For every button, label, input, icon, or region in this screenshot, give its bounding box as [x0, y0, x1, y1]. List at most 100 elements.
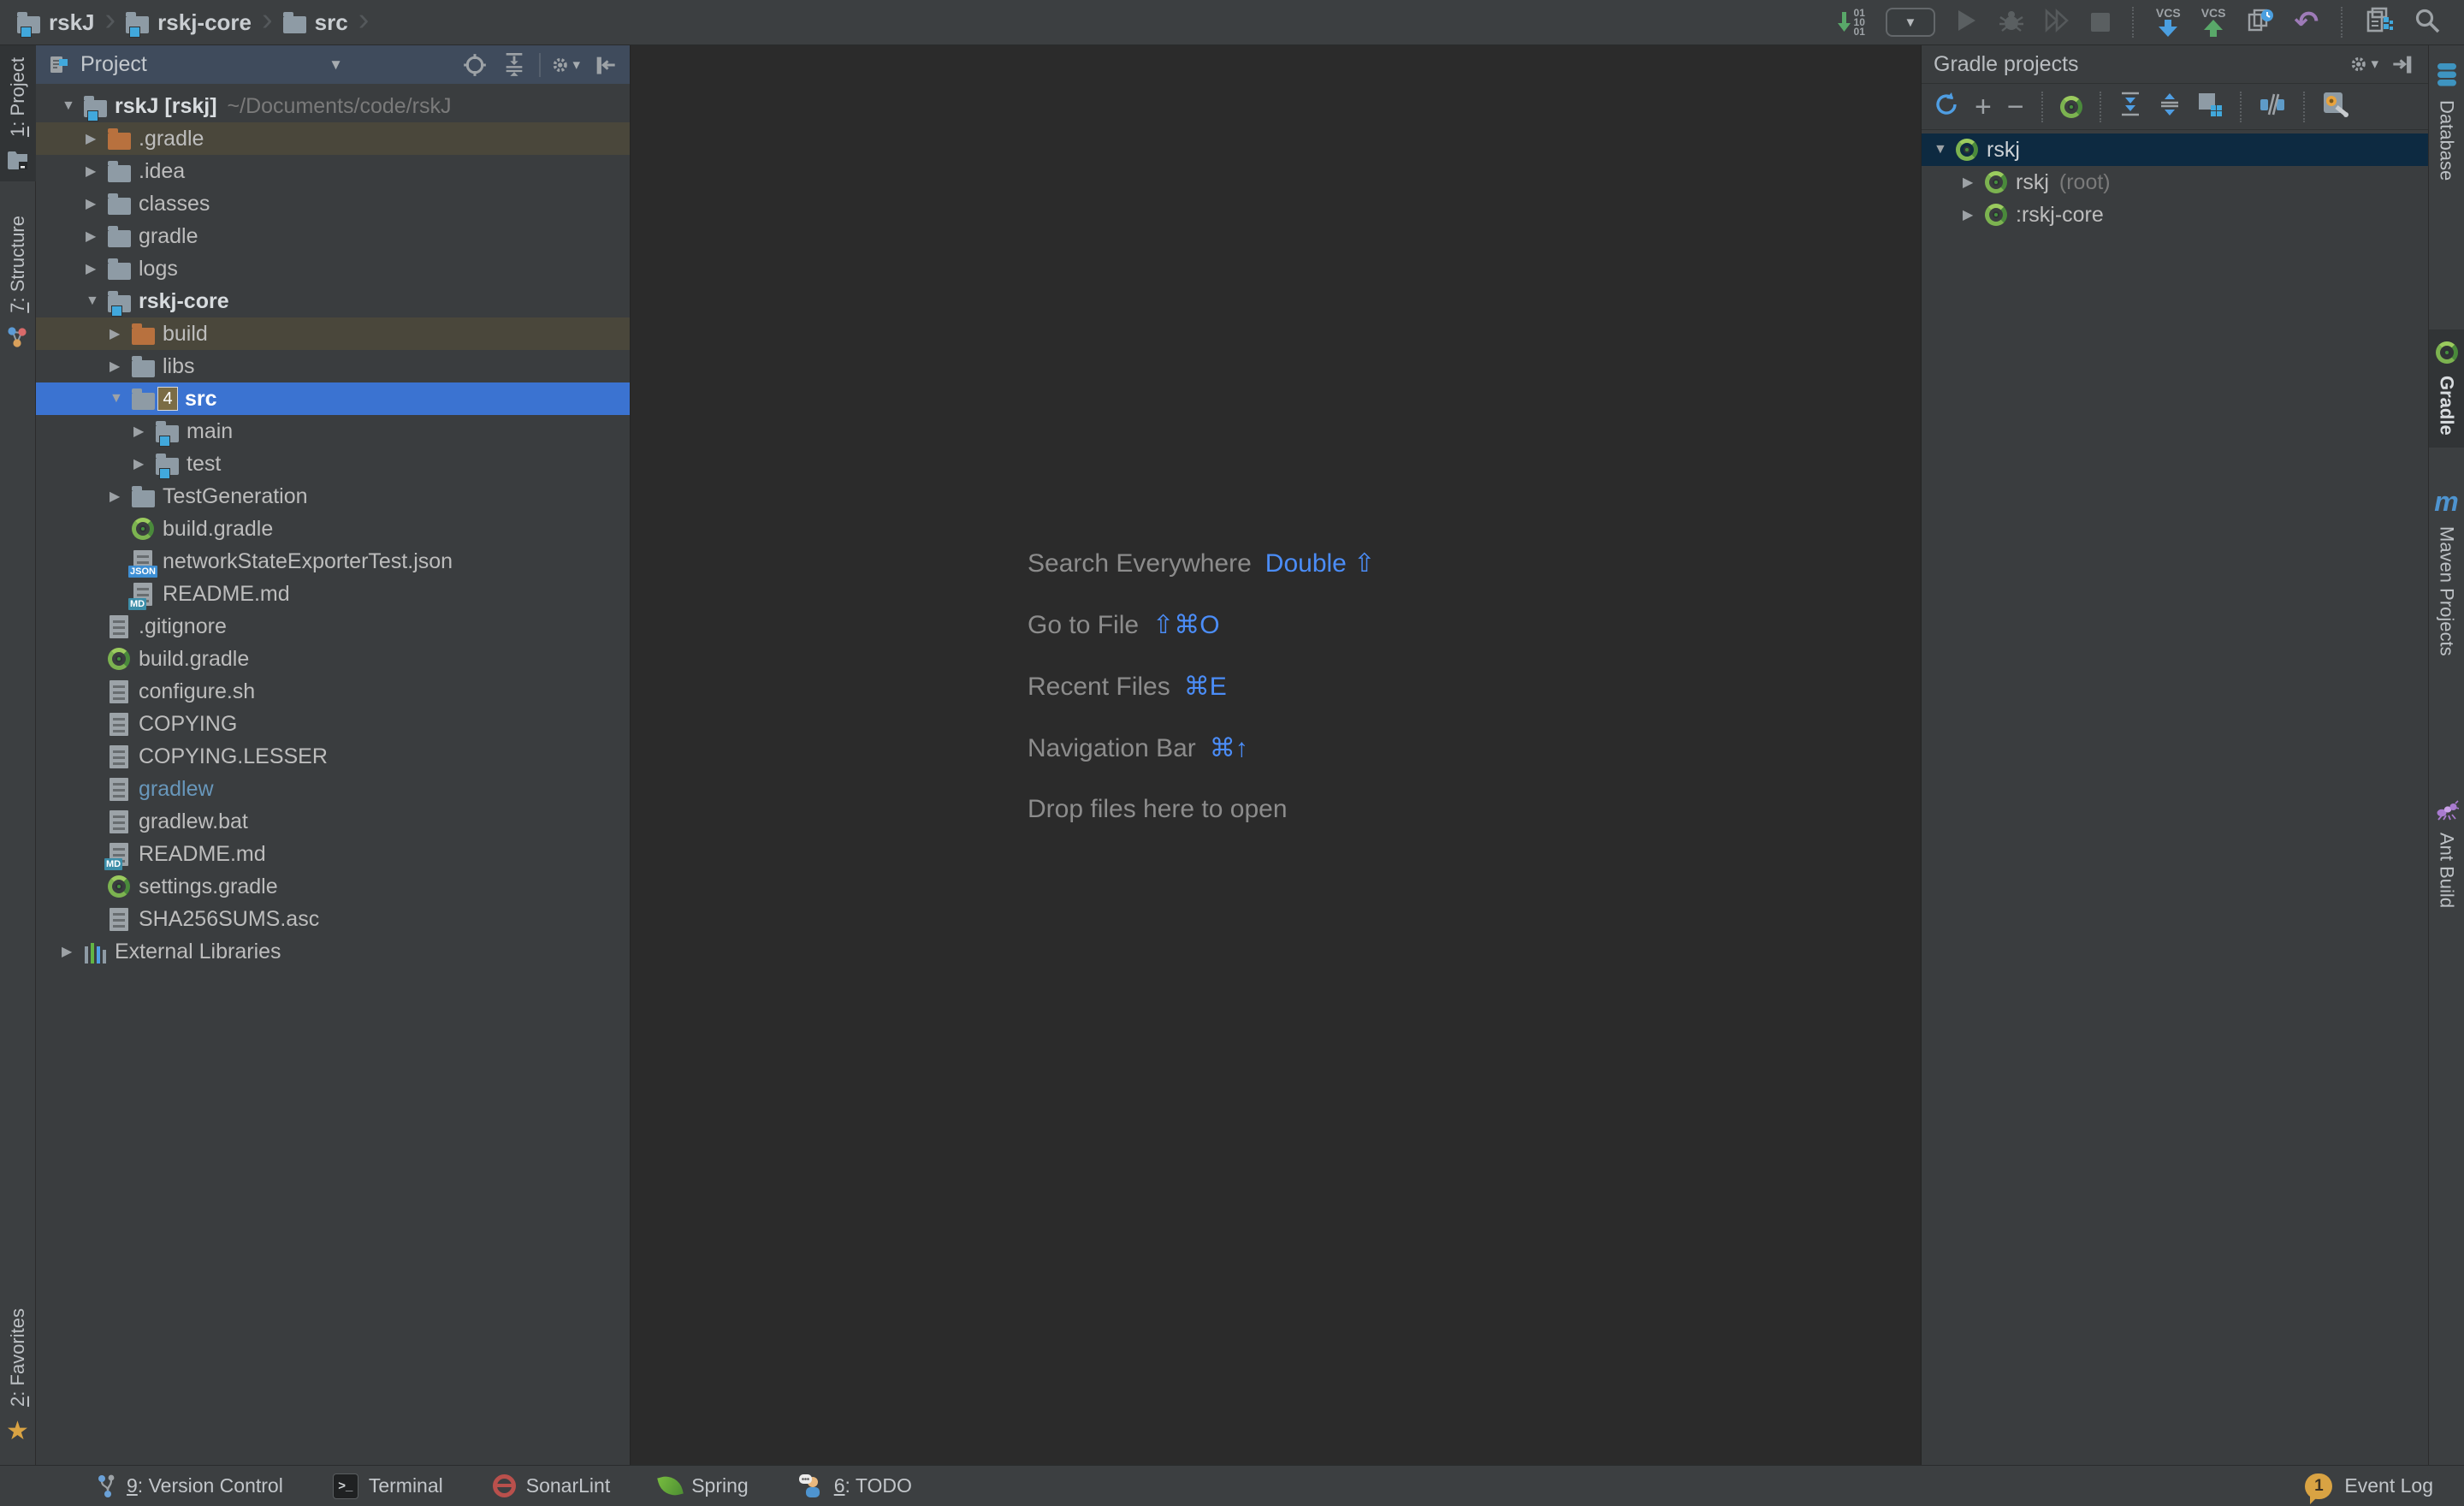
- vcs-commit-button[interactable]: VCS: [2201, 8, 2226, 37]
- chevron-right-icon[interactable]: ▶: [86, 195, 108, 212]
- chevron-down-icon[interactable]: ▼: [1934, 142, 1956, 157]
- update-project-icon[interactable]: [1837, 9, 1865, 37]
- tool-tab-database[interactable]: Database: [2429, 45, 2464, 193]
- database-icon: [2435, 62, 2459, 88]
- attach-project-icon[interactable]: +: [1975, 96, 1992, 118]
- breadcrumb-item-folder[interactable]: src: [283, 9, 348, 36]
- collapse-all-icon[interactable]: [500, 50, 529, 80]
- tool-tab-ant[interactable]: Ant Build: [2429, 788, 2464, 920]
- chevron-right-icon[interactable]: ▶: [86, 260, 108, 277]
- tree-row[interactable]: ▶ classes: [36, 187, 630, 220]
- tree-row[interactable]: SHA256SUMS.asc: [36, 903, 630, 935]
- run-button-disabled[interactable]: [1956, 9, 1978, 37]
- detach-project-icon[interactable]: −: [2007, 96, 2024, 118]
- gradle-settings-icon[interactable]: [2322, 92, 2349, 122]
- tool-tab-maven[interactable]: m Maven Projects: [2429, 477, 2464, 668]
- tool-tab-structure[interactable]: 7: Structure: [0, 204, 36, 360]
- recent-changes-icon[interactable]: [2247, 8, 2274, 38]
- statusbar-todo[interactable]: 6: TODO: [798, 1473, 912, 1499]
- toolbar-separator: [2100, 92, 2101, 122]
- rollback-icon[interactable]: ↶: [2295, 10, 2319, 34]
- tree-row[interactable]: ▶ logs: [36, 252, 630, 285]
- chevron-right-icon[interactable]: ▶: [86, 130, 108, 147]
- right-tool-strip: Database Gradle m Maven Projects Ant Bui…: [2428, 45, 2464, 1465]
- tree-row[interactable]: ▶ .idea: [36, 155, 630, 187]
- chevron-right-icon[interactable]: ▶: [1963, 206, 1985, 223]
- tree-row-selected[interactable]: ▼ 4 src: [36, 382, 630, 415]
- tree-row[interactable]: JSON networkStateExporterTest.json: [36, 545, 630, 578]
- tree-row[interactable]: ▶ test: [36, 448, 630, 480]
- coverage-button-disabled[interactable]: [2045, 9, 2070, 37]
- run-configuration-select[interactable]: ▼: [1886, 8, 1935, 37]
- editor-empty-shortcuts: Search Everywhere Double ⇧ Go to File ⇧⌘…: [1028, 548, 1375, 857]
- offline-mode-icon[interactable]: [2259, 92, 2286, 122]
- tree-row[interactable]: ▶ main: [36, 415, 630, 448]
- chevron-down-icon[interactable]: ▼: [110, 391, 132, 406]
- chevron-right-icon[interactable]: ▶: [110, 358, 132, 375]
- tree-row[interactable]: .gitignore: [36, 610, 630, 643]
- tool-tab-gradle[interactable]: Gradle: [2429, 329, 2464, 448]
- editor-area[interactable]: Search Everywhere Double ⇧ Go to File ⇧⌘…: [631, 45, 1921, 1465]
- tree-row[interactable]: ▶ TestGeneration: [36, 480, 630, 513]
- tree-row[interactable]: build.gradle: [36, 513, 630, 545]
- gradle-tree-row[interactable]: ▶ :rskj-core: [1922, 199, 2428, 231]
- gradle-tree-row-selected[interactable]: ▼ rskj: [1922, 133, 2428, 166]
- locate-icon[interactable]: [460, 50, 489, 80]
- chevron-right-icon[interactable]: ▶: [133, 455, 156, 472]
- run-gradle-task-icon[interactable]: [2060, 96, 2082, 118]
- tree-row[interactable]: ▼ rskj-core: [36, 285, 630, 317]
- chevron-right-icon[interactable]: ▶: [133, 423, 156, 440]
- tree-row[interactable]: COPYING.LESSER: [36, 740, 630, 773]
- tree-row[interactable]: ▶ gradle: [36, 220, 630, 252]
- tree-row[interactable]: gradlew.bat: [36, 805, 630, 838]
- expand-all-icon[interactable]: [2118, 92, 2142, 122]
- tree-row[interactable]: ▶ libs: [36, 350, 630, 382]
- chevron-right-icon[interactable]: ▶: [1963, 174, 1985, 191]
- statusbar-version-control[interactable]: 9: Version Control: [96, 1473, 283, 1499]
- tree-row[interactable]: ▶ .gradle: [36, 122, 630, 155]
- tree-row-modified-file[interactable]: gradlew: [36, 773, 630, 805]
- gear-icon[interactable]: ▾: [551, 50, 580, 80]
- tree-row[interactable]: MD README.md: [36, 838, 630, 870]
- chevron-right-icon[interactable]: ▶: [62, 943, 84, 960]
- refresh-gradle-icon[interactable]: [1934, 92, 1959, 122]
- project-structure-icon[interactable]: [2365, 7, 2394, 39]
- hide-panel-icon[interactable]: [590, 50, 619, 80]
- tree-row[interactable]: build.gradle: [36, 643, 630, 675]
- statusbar-spring[interactable]: Spring: [660, 1474, 748, 1497]
- tree-row[interactable]: settings.gradle: [36, 870, 630, 903]
- search-everywhere-icon[interactable]: [2414, 8, 2440, 38]
- hide-panel-icon[interactable]: [2389, 50, 2418, 79]
- tool-tab-project[interactable]: 1: Project: [0, 45, 36, 181]
- main-area: 1: Project 7: Structure 2: Favorites ★ P…: [0, 45, 2464, 1465]
- tree-row[interactable]: configure.sh: [36, 675, 630, 708]
- tree-row[interactable]: ▶ build: [36, 317, 630, 350]
- chevron-right-icon[interactable]: ▶: [110, 488, 132, 505]
- tool-tab-favorites[interactable]: 2: Favorites ★: [0, 1296, 36, 1456]
- breadcrumb-item-project[interactable]: rskJ: [17, 9, 95, 36]
- collapse-all-icon[interactable]: [2158, 92, 2182, 122]
- tree-row-external-libraries[interactable]: ▶ External Libraries: [36, 935, 630, 968]
- statusbar-sonarlint[interactable]: SonarLint: [493, 1474, 610, 1497]
- spring-leaf-icon: [657, 1473, 684, 1499]
- markdown-file-icon: MD: [133, 583, 152, 606]
- module-folder-icon: [17, 16, 40, 33]
- gear-icon[interactable]: ▾: [2349, 50, 2378, 79]
- stop-button-disabled[interactable]: [2091, 13, 2110, 32]
- chevron-down-icon[interactable]: ▼: [62, 98, 84, 114]
- group-modules-icon[interactable]: [2197, 92, 2223, 122]
- vcs-update-button[interactable]: VCS: [2156, 8, 2181, 37]
- debug-button-disabled[interactable]: [1999, 9, 2024, 37]
- breadcrumb-item-module[interactable]: rskj-core: [126, 9, 252, 36]
- tree-row[interactable]: MD README.md: [36, 578, 630, 610]
- statusbar-terminal[interactable]: Terminal: [333, 1473, 443, 1499]
- chevron-right-icon[interactable]: ▶: [86, 228, 108, 245]
- chevron-right-icon[interactable]: ▶: [110, 325, 132, 342]
- statusbar-event-log[interactable]: 1 Event Log: [2305, 1473, 2433, 1499]
- chevron-down-icon[interactable]: ▼: [86, 293, 108, 309]
- gradle-tree-row[interactable]: ▶ rskj (root): [1922, 166, 2428, 199]
- tree-row[interactable]: ▼ rskJ [rskj] ~/Documents/code/rskJ: [36, 90, 630, 122]
- chevron-right-icon[interactable]: ▶: [86, 163, 108, 180]
- view-dropdown-icon[interactable]: ▼: [329, 56, 343, 74]
- tree-row[interactable]: COPYING: [36, 708, 630, 740]
